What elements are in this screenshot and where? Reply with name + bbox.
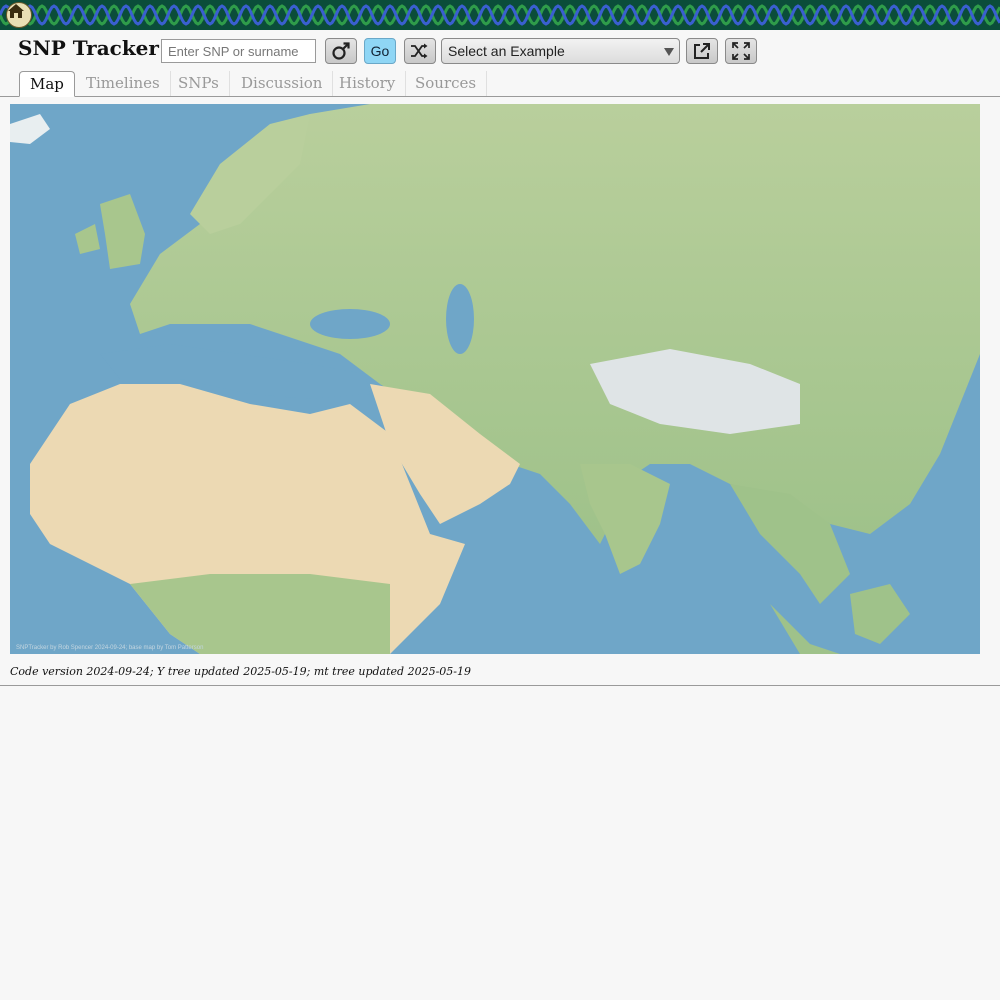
dna-banner <box>0 0 1000 30</box>
home-icon <box>8 4 24 18</box>
male-symbol-icon <box>332 42 350 60</box>
fullscreen-button[interactable] <box>725 38 757 64</box>
dna-helix-decoration <box>0 4 1000 26</box>
indonesia-islands <box>770 584 910 654</box>
map-view[interactable]: SNPTracker by Rob Spencer 2024-09-24; ba… <box>10 104 980 654</box>
caspian-sea <box>446 284 474 354</box>
shuffle-icon <box>411 43 428 59</box>
british-isles <box>75 194 145 269</box>
terrain-map <box>10 104 980 654</box>
map-attribution: SNPTracker by Rob Spencer 2024-09-24; ba… <box>16 645 204 651</box>
toolbar: SNP Tracker Go Select an Example <box>0 30 1000 70</box>
open-new-window-button[interactable] <box>686 38 718 64</box>
app-title: SNP Tracker <box>18 36 159 60</box>
sex-toggle-button[interactable] <box>325 38 357 64</box>
tab-bar: Map Timelines SNPs Discussion History So… <box>0 70 1000 97</box>
external-link-icon <box>694 43 710 59</box>
tab-discussion[interactable]: Discussion <box>231 71 334 96</box>
black-sea <box>310 309 390 339</box>
footer-divider <box>0 685 1000 686</box>
example-select-value: Select an Example <box>448 43 565 59</box>
iceland <box>10 114 50 144</box>
central-africa-vegetation <box>130 574 390 654</box>
tab-map[interactable]: Map <box>19 71 75 97</box>
go-button[interactable]: Go <box>364 38 396 64</box>
tab-sources[interactable]: Sources <box>405 71 488 96</box>
home-button[interactable] <box>6 2 32 28</box>
fullscreen-icon <box>732 42 750 60</box>
example-select[interactable]: Select an Example <box>441 38 680 64</box>
tab-history[interactable]: History <box>329 71 407 96</box>
random-button[interactable] <box>404 38 436 64</box>
tab-snps[interactable]: SNPs <box>168 71 230 96</box>
tab-timelines[interactable]: Timelines <box>76 71 171 96</box>
snp-search-input[interactable] <box>161 39 316 63</box>
version-info: Code version 2024-09-24; Y tree updated … <box>10 665 471 678</box>
chevron-down-icon <box>664 48 674 56</box>
